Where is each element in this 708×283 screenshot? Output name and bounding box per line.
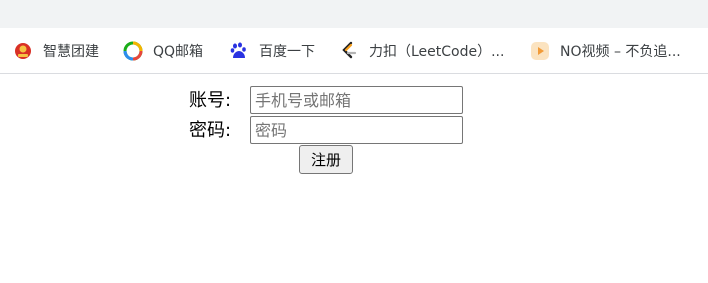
bookmark-no-video[interactable]: NO视频 – 不负追...: [530, 40, 681, 62]
browser-top-strip: [0, 0, 708, 28]
youth-league-emblem-icon: [13, 41, 33, 61]
bookmark-label: 智慧团建: [43, 44, 99, 60]
video-play-icon: [530, 41, 550, 61]
bookmark-label: 百度一下: [259, 44, 315, 60]
baidu-paw-icon: [229, 41, 249, 61]
account-input[interactable]: [250, 86, 463, 114]
bookmark-label: NO视频 – 不负追...: [560, 44, 681, 60]
bookmark-leetcode[interactable]: 力扣（LeetCode）...: [339, 40, 504, 62]
qq-mail-icon: [123, 41, 143, 61]
leetcode-icon: [339, 41, 359, 61]
bookmark-qq-mail[interactable]: QQ邮箱: [123, 40, 203, 62]
password-input[interactable]: [250, 116, 463, 144]
bookmark-zhihuituanjian[interactable]: 智慧团建: [13, 40, 99, 62]
register-button[interactable]: 注册: [299, 145, 353, 174]
bookmark-label: 力扣（LeetCode）...: [369, 44, 505, 60]
password-label: 密码:: [189, 120, 232, 141]
bookmark-label: QQ邮箱: [153, 44, 204, 60]
account-label: 账号:: [189, 90, 232, 111]
bookmark-baidu[interactable]: 百度一下: [229, 40, 315, 62]
bookmarks-bar: 智慧团建 QQ邮箱 百度一下 力扣（LeetCode）... NO视频 – 不负…: [0, 28, 708, 74]
